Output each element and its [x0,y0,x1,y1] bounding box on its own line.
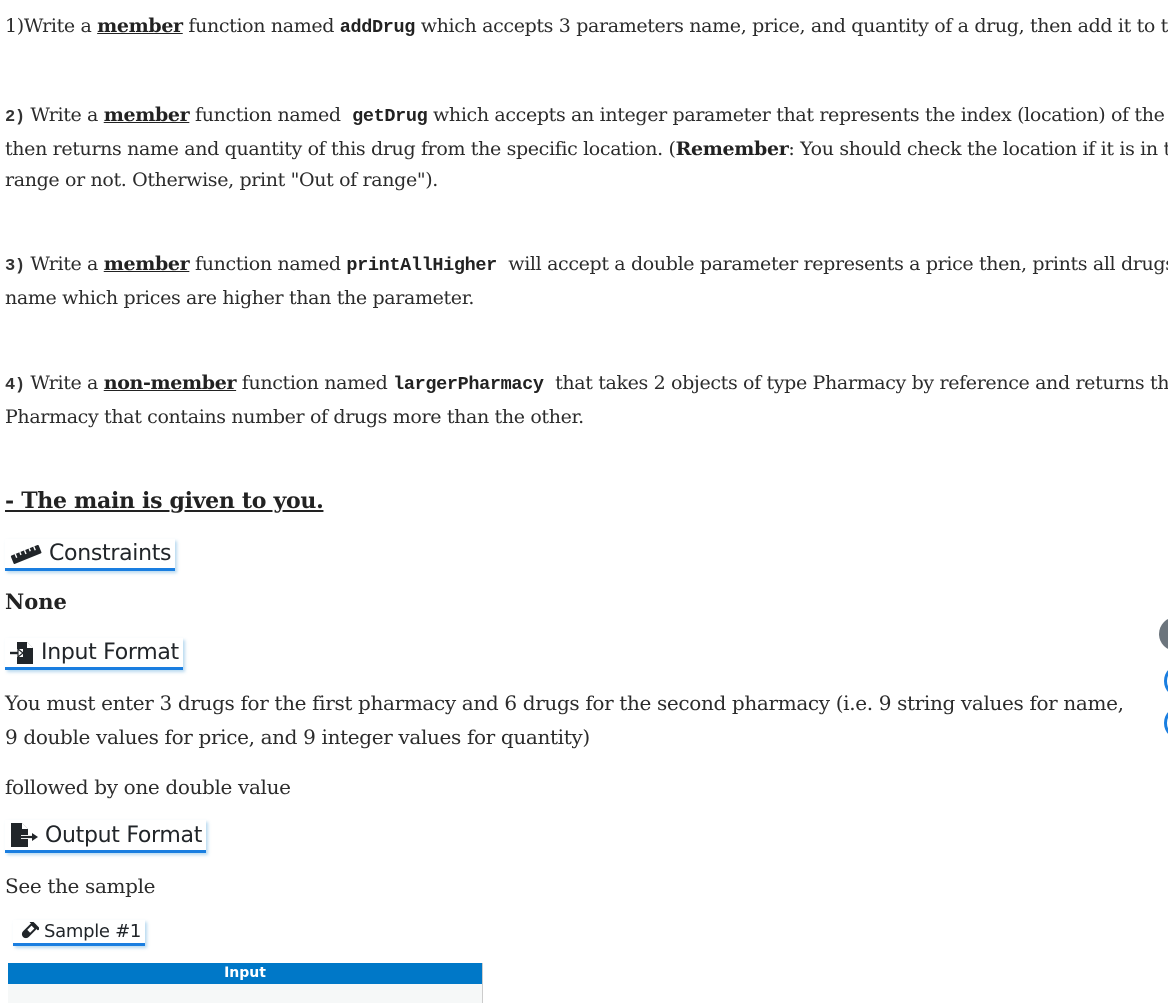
non-member-keyword: non-member [103,372,237,394]
task-1: 1)Write a member function named addDrug … [5,15,1168,38]
task-2: 2) Write a member function named getDrug… [5,104,1168,191]
file-import-icon [9,641,35,665]
task-number: 2) [5,108,25,127]
ruler-icon [9,543,43,565]
side-action-button[interactable] [1159,617,1168,651]
output-format-heading: Output Format [5,820,207,853]
constraints-body: None [5,589,67,614]
side-toggle-button[interactable] [1164,706,1168,740]
member-keyword: member [103,253,190,275]
input-format-body: You must enter 3 drugs for the first pha… [5,691,1124,749]
function-name: printAllHigher [346,255,497,276]
task-4: 4) Write a non-member function named lar… [5,372,1168,428]
input-format-heading: Input Format [5,638,183,670]
side-toggle-button[interactable] [1164,664,1168,698]
task-number: 1) [5,15,24,37]
sample-heading: Sample #1 [13,920,146,946]
sample-input-header: Input [8,963,482,984]
remember-label: Remember [675,137,789,160]
task-number: 3) [5,257,25,276]
member-keyword: member [97,15,183,37]
function-name: addDrug [339,17,416,38]
sample-table: Input [8,963,483,1003]
input-format-note: followed by one double value [5,775,291,799]
section-title: Output Format [45,822,203,848]
section-title: Constraints [49,541,172,566]
task-3: 3) Write a member function named printAl… [5,253,1168,309]
main-given-note: - The main is given to you. [5,488,324,514]
function-name: largerPharmacy [393,374,544,395]
section-title: Sample #1 [44,921,142,942]
member-keyword: member [103,104,190,126]
task-number: 4) [5,376,25,395]
output-format-body: See the sample [5,874,156,898]
constraints-heading: Constraints [5,539,176,571]
section-title: Input Format [41,640,179,665]
file-export-icon [9,822,39,848]
vial-icon [17,921,39,942]
function-name: getDrug [352,106,428,127]
